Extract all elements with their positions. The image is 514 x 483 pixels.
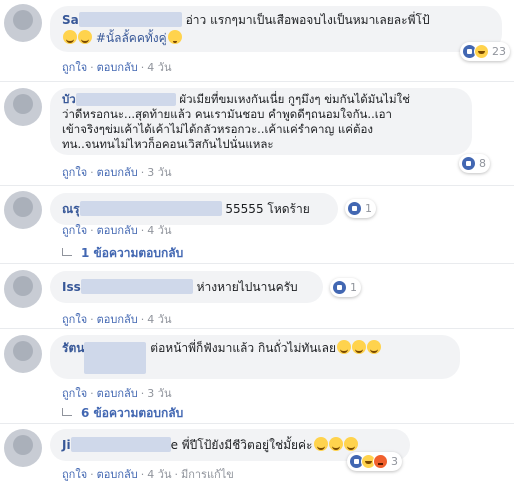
comment-bubble: Iss ห่างหายไปนานครับ 1 [50, 271, 361, 303]
reaction-count: 8 [479, 157, 486, 170]
reply-link[interactable]: ตอบกลับ [97, 387, 138, 400]
comment-line: เข้าจริงๆข่มเค้าได้เค้าไม่ได้กลัวหรอกวะ.… [62, 122, 373, 136]
grin-emoji [63, 30, 77, 44]
like-icon [461, 156, 476, 171]
comment-actions: ถูกใจ · ตอบกลับ · 3 วัน [62, 387, 172, 400]
commenter-name[interactable]: ณรุ [62, 202, 80, 216]
comment-line: ว่าดีหรอกนะ...สุดท้ายแล้ว คนเรามันชอบ คำ… [62, 107, 393, 121]
like-link[interactable]: ถูกใจ [62, 313, 87, 326]
divider [0, 263, 514, 264]
comment-text: e พี่ปีโป้ยังมีชีวิตอยู่ใช่มั้ยค่ะ [170, 438, 313, 452]
reaction-count: 1 [350, 280, 357, 294]
name-redaction [79, 201, 222, 216]
reaction-count: 1 [365, 201, 372, 215]
divider [0, 185, 514, 186]
grin-emoji [78, 30, 92, 44]
comment-actions: ถูกใจ · ตอบกลับ · 4 วัน · มีการแก้ไข [62, 468, 234, 481]
commenter-name[interactable]: บัว [62, 92, 76, 106]
edited-label[interactable]: มีการแก้ไข [181, 468, 234, 481]
grin-emoji [366, 340, 381, 354]
kiss-emoji [167, 30, 182, 44]
commenter-name[interactable]: Ji [62, 438, 71, 452]
commenter-name[interactable]: Iss [62, 280, 81, 294]
comment-bubble: Sa อ่าว แรกๆมาเป็นเสือพอจบไงเป็นหมาเลยละ… [50, 6, 510, 61]
comment-line: ทน..จนทนไม่ไหวก็อคอนเวิสกันไปนั่นแหละ [62, 137, 274, 151]
grin-emoji [336, 340, 351, 354]
hashtag-link[interactable]: #นั้ลลั้คคทั้งคู่ [96, 31, 167, 45]
divider [0, 81, 514, 82]
name-redaction [84, 342, 147, 374]
like-icon [347, 201, 362, 216]
avatar[interactable] [4, 429, 42, 467]
reply-arrow-icon [62, 407, 72, 416]
commenter-name[interactable]: Sa [62, 13, 79, 27]
comment-actions: ถูกใจ · ตอบกลับ · 4 วัน [62, 313, 172, 326]
avatar[interactable] [4, 270, 42, 308]
like-link[interactable]: ถูกใจ [62, 224, 87, 237]
like-icon [332, 280, 347, 295]
reaction-summary[interactable]: 1 [345, 199, 376, 218]
reply-link[interactable]: ตอบกลับ [97, 61, 138, 74]
grin-emoji [343, 437, 358, 451]
replies-count-label: 1 ข้อความตอบกลับ [81, 246, 184, 260]
reaction-summary[interactable]: 1 [330, 278, 361, 297]
reply-link[interactable]: ตอบกลับ [97, 166, 138, 179]
name-redaction [80, 279, 193, 294]
view-replies-link[interactable]: 6 ข้อความตอบกลับ [62, 404, 183, 423]
comment-line: ผัวเมียที่ขมเหงกันเนี่ย กูๆมึงๆ ข่มกันได… [179, 92, 410, 106]
angry-icon [373, 454, 388, 469]
reply-link[interactable]: ตอบกลับ [97, 468, 138, 481]
comment-text: ต่อหน้าพี่ก็ฟังมาแล้ว กินถั่วไม่ทันเลย [150, 341, 336, 355]
comment-text: อ่าว แรกๆมาเป็นเสือพอจบไงเป็นหมาเลยละพี่… [185, 13, 430, 27]
reaction-summary[interactable]: 23 [460, 42, 510, 61]
name-redaction [75, 93, 176, 106]
avatar[interactable] [4, 88, 42, 126]
comment-text: ห่างหายไปนานครับ [196, 280, 298, 294]
commenter-name[interactable]: รัตน [62, 341, 84, 355]
view-replies-link[interactable]: 1 ข้อความตอบกลับ [62, 244, 183, 263]
grin-emoji [313, 437, 328, 451]
avatar[interactable] [4, 335, 42, 373]
reaction-summary[interactable]: 3 [347, 452, 402, 471]
timestamp[interactable]: 4 วัน [147, 313, 171, 326]
reaction-count: 3 [391, 455, 398, 468]
grin-emoji [351, 340, 366, 354]
avatar[interactable] [4, 4, 42, 42]
reply-link[interactable]: ตอบกลับ [97, 224, 138, 237]
like-link[interactable]: ถูกใจ [62, 61, 87, 74]
timestamp[interactable]: 4 วัน [147, 224, 171, 237]
grin-emoji [328, 437, 343, 451]
reply-arrow-icon [62, 247, 72, 256]
divider [0, 423, 514, 424]
reaction-summary[interactable]: 8 [459, 154, 490, 173]
comment-bubble: บัว ผัวเมียที่ขมเหงกันเนี่ย กูๆมึงๆ ข่มก… [50, 88, 490, 173]
comment-actions: ถูกใจ · ตอบกลับ · 3 วัน [62, 166, 172, 179]
haha-icon [474, 44, 489, 59]
comment-actions: ถูกใจ · ตอบกลับ · 4 วัน [62, 61, 172, 74]
like-link[interactable]: ถูกใจ [62, 166, 87, 179]
replies-count-label: 6 ข้อความตอบกลับ [81, 406, 184, 420]
timestamp[interactable]: 4 วัน [147, 61, 171, 74]
comment-text: 55555 โหดร้าย [225, 202, 310, 216]
comment-bubble: รัตน ต่อหน้าพี่ก็ฟังมาแล้ว กินถั่วไม่ทัน… [50, 335, 460, 379]
reaction-count: 23 [492, 44, 506, 58]
timestamp[interactable]: 3 วัน [147, 387, 171, 400]
name-redaction [78, 12, 182, 27]
avatar[interactable] [4, 191, 42, 229]
reply-link[interactable]: ตอบกลับ [97, 313, 138, 326]
like-link[interactable]: ถูกใจ [62, 387, 87, 400]
like-link[interactable]: ถูกใจ [62, 468, 87, 481]
name-redaction [70, 437, 171, 452]
timestamp[interactable]: 3 วัน [147, 166, 171, 179]
comment-actions: ถูกใจ · ตอบกลับ · 4 วัน [62, 224, 172, 237]
timestamp[interactable]: 4 วัน [147, 468, 171, 481]
divider [0, 328, 514, 329]
